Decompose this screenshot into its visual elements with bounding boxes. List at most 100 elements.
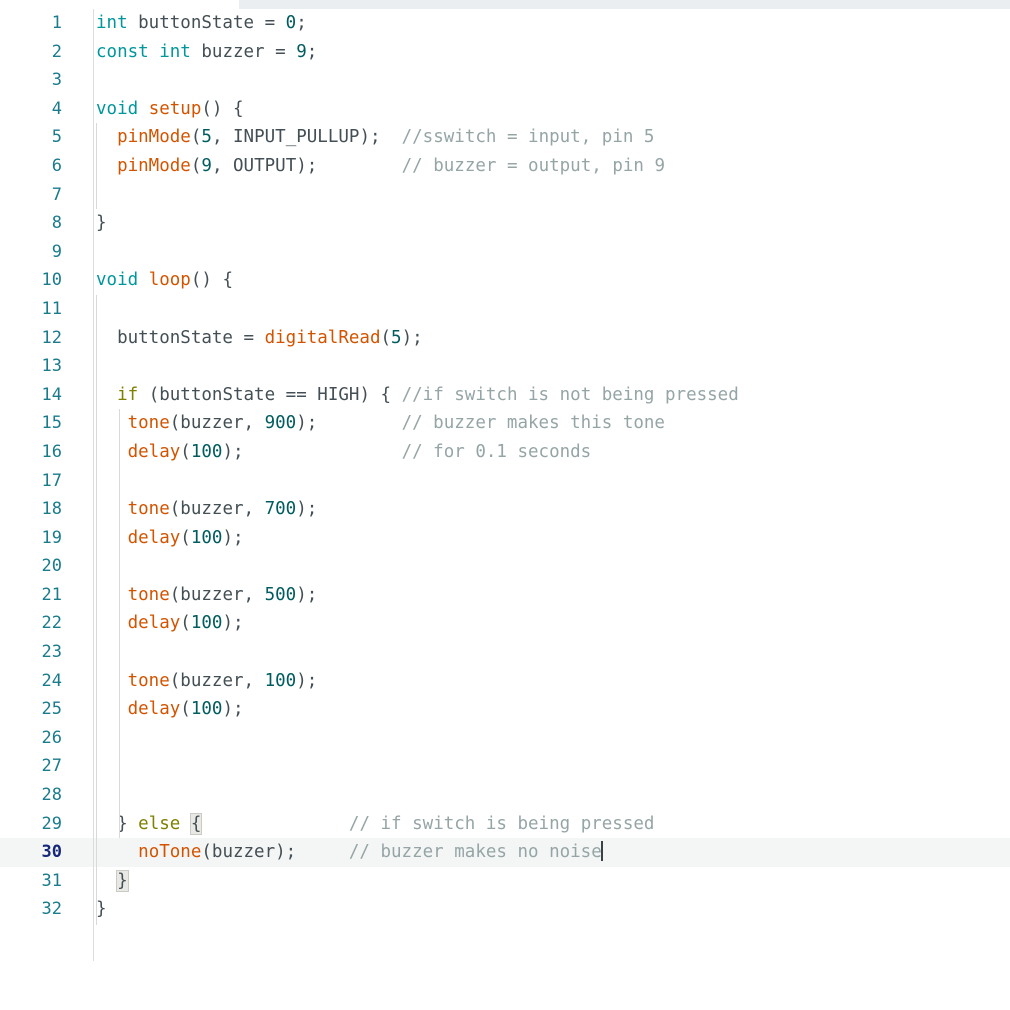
line-number: 21 <box>41 584 62 605</box>
token-function: digitalRead <box>264 327 381 348</box>
token-punct: ); <box>222 699 244 720</box>
token-function: delay <box>127 613 181 634</box>
line-number: 29 <box>41 813 62 834</box>
token-punct: , <box>211 155 234 176</box>
token-function: noTone <box>138 842 202 863</box>
token-punct: ( <box>190 127 202 148</box>
token-number: 100 <box>190 699 223 720</box>
code-line[interactable]: 7 <box>0 181 1010 210</box>
token-number: 100 <box>190 527 223 548</box>
code-line[interactable]: 26 <box>0 724 1010 753</box>
token-punct: ); <box>401 327 423 348</box>
token-punct: ; <box>296 13 307 33</box>
line-content[interactable]: buttonState = digitalRead(5); <box>96 324 423 353</box>
line-number: 24 <box>41 670 62 691</box>
code-line[interactable]: 19 delay(100); <box>0 524 1010 553</box>
code-line[interactable]: 17 <box>0 467 1010 496</box>
gutter-separator <box>93 9 94 961</box>
code-line[interactable]: 27 <box>0 752 1010 781</box>
line-content[interactable]: tone(buzzer, 900); // buzzer makes this … <box>96 409 665 438</box>
line-number: 3 <box>51 70 62 91</box>
line-content[interactable]: pinMode(5, INPUT_PULLUP); //sswitch = in… <box>96 123 654 152</box>
token-punct: ); <box>296 155 318 176</box>
token-punct: (buzzer, <box>169 499 265 520</box>
code-line[interactable]: 1 int buttonState = 0; <box>0 9 1010 38</box>
line-content[interactable]: void setup() { <box>96 95 244 124</box>
code-line[interactable]: 9 <box>0 238 1010 267</box>
code-line[interactable]: 25 delay(100); <box>0 695 1010 724</box>
code-line[interactable]: 18 tone(buzzer, 700); <box>0 495 1010 524</box>
line-content[interactable]: tone(buzzer, 100); <box>96 667 318 696</box>
code-line[interactable]: 8 } <box>0 209 1010 238</box>
code-line[interactable]: 12 buttonState = digitalRead(5); <box>0 324 1010 353</box>
code-line[interactable]: 32 } <box>0 895 1010 924</box>
line-number: 2 <box>51 41 62 62</box>
token-number: 9 <box>296 41 307 62</box>
code-line[interactable]: 13 <box>0 352 1010 381</box>
code-line[interactable]: 31 } <box>0 867 1010 896</box>
top-strip-fill <box>239 0 1010 9</box>
code-line-active[interactable]: 30 noTone(buzzer); // buzzer makes no no… <box>0 838 1010 867</box>
code-line[interactable]: 6 pinMode(9, OUTPUT); // buzzer = output… <box>0 152 1010 181</box>
token-number: 500 <box>264 584 297 605</box>
code-line[interactable]: 4 void setup() { <box>0 95 1010 124</box>
code-line[interactable]: 29 } else { // if switch is being presse… <box>0 810 1010 839</box>
token-punct: ( <box>380 327 392 348</box>
code-line[interactable]: 22 delay(100); <box>0 609 1010 638</box>
line-content[interactable]: pinMode(9, OUTPUT); // buzzer = output, … <box>96 152 665 181</box>
line-content[interactable]: int buttonState = 0; <box>96 9 307 38</box>
code-line[interactable]: 3 <box>0 66 1010 95</box>
token-punct: ) { <box>359 384 402 405</box>
line-number: 26 <box>41 727 62 748</box>
line-number: 31 <box>41 870 62 891</box>
token-function: setup <box>148 98 202 119</box>
line-number: 7 <box>51 184 62 205</box>
code-lines[interactable]: 1 int buttonState = 0; 2 const int buzze… <box>0 9 1010 924</box>
token-number: 5 <box>391 327 402 348</box>
line-content[interactable]: noTone(buzzer); // buzzer makes no noise <box>96 838 603 867</box>
token-punct: ); <box>222 441 244 462</box>
line-content[interactable]: } <box>96 209 107 238</box>
code-line[interactable]: 28 <box>0 781 1010 810</box>
token-punct: (buzzer, <box>169 584 265 605</box>
token-number: 700 <box>264 499 297 520</box>
line-number: 20 <box>41 556 62 577</box>
code-line[interactable]: 20 <box>0 552 1010 581</box>
token-punct: (buzzer, <box>169 413 265 434</box>
line-content[interactable]: } <box>96 867 129 896</box>
code-line[interactable]: 23 <box>0 638 1010 667</box>
line-content[interactable]: tone(buzzer, 700); <box>96 495 318 524</box>
line-content[interactable]: delay(100); // for 0.1 seconds <box>96 438 592 467</box>
line-number: 6 <box>51 155 62 176</box>
line-content[interactable]: const int buzzer = 9; <box>96 38 317 67</box>
line-number: 17 <box>41 470 62 491</box>
code-line[interactable]: 14 if (buttonState == HIGH) { //if switc… <box>0 381 1010 410</box>
line-content[interactable]: void loop() { <box>96 266 233 295</box>
code-line[interactable]: 10 void loop() { <box>0 266 1010 295</box>
line-content[interactable]: } else { // if switch is being pressed <box>96 810 654 839</box>
code-line[interactable]: 21 tone(buzzer, 500); <box>0 581 1010 610</box>
line-number: 18 <box>41 499 62 520</box>
token-punct: (buzzer, <box>169 670 265 691</box>
line-content[interactable]: tone(buzzer, 500); <box>96 581 318 610</box>
token-number: 0 <box>285 13 297 33</box>
token-function: tone <box>127 499 170 520</box>
code-line[interactable]: 15 tone(buzzer, 900); // buzzer makes th… <box>0 409 1010 438</box>
code-line[interactable]: 2 const int buzzer = 9; <box>0 38 1010 67</box>
token-control-keyword: else <box>138 813 181 834</box>
code-line[interactable]: 24 tone(buzzer, 100); <box>0 667 1010 696</box>
token-comment: // buzzer makes this tone <box>317 413 665 434</box>
code-editor[interactable]: 1 int buttonState = 0; 2 const int buzze… <box>0 9 1010 961</box>
code-line[interactable]: 5 pinMode(5, INPUT_PULLUP); //sswitch = … <box>0 123 1010 152</box>
line-content[interactable]: } <box>96 895 107 924</box>
line-content[interactable]: if (buttonState == HIGH) { //if switch i… <box>96 381 739 410</box>
token-function: delay <box>127 441 181 462</box>
code-line[interactable]: 11 <box>0 295 1010 324</box>
code-line[interactable]: 16 delay(100); // for 0.1 seconds <box>0 438 1010 467</box>
token-punct: ); <box>296 413 318 434</box>
